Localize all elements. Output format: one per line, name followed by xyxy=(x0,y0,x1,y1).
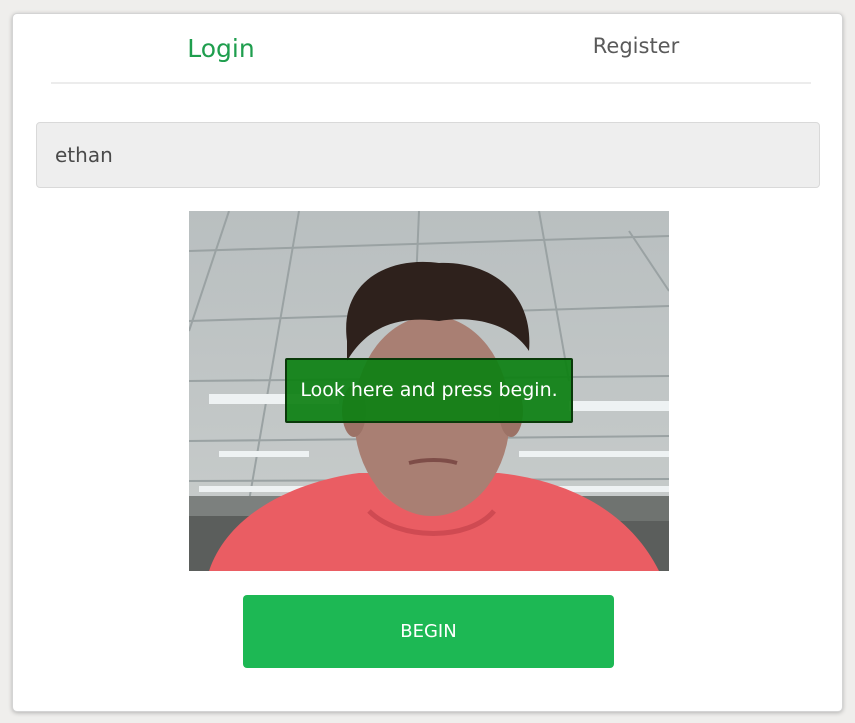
username-input[interactable] xyxy=(36,122,820,188)
login-card: Login Register ethan Look here and press… xyxy=(12,13,843,712)
begin-button[interactable]: BEGIN xyxy=(243,595,614,668)
tab-register[interactable]: Register xyxy=(451,14,821,82)
auth-tabs: Login Register xyxy=(51,14,811,84)
tab-login[interactable]: Login xyxy=(51,14,391,82)
camera-instruction: Look here and press begin. xyxy=(285,358,573,423)
webcam-feed: Look here and press begin. xyxy=(189,211,669,571)
